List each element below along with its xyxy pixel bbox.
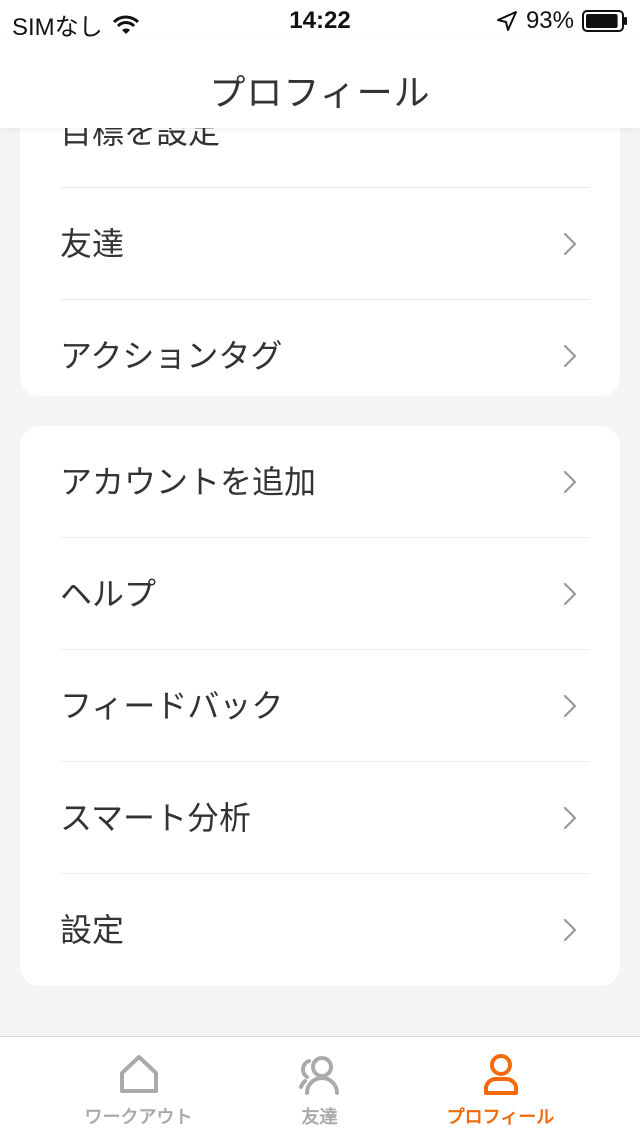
profile-menu-scroll[interactable]: 目標を設定 友達 アクションタグ アカウントを追加 ヘルプ フィードバック スマ… — [0, 128, 640, 1036]
chevron-right-icon — [563, 694, 577, 718]
location-arrow-icon — [496, 11, 517, 31]
menu-item-add-account[interactable]: アカウントを追加 — [60, 426, 590, 538]
menu-item-help[interactable]: ヘルプ — [60, 538, 590, 650]
page-title: プロフィール — [209, 73, 431, 114]
chevron-right-icon — [563, 806, 577, 830]
status-right-group: 93% — [496, 7, 628, 35]
menu-item-settings[interactable]: 設定 — [60, 874, 590, 986]
menu-item-label: ヘルプ — [60, 575, 157, 613]
menu-item-friends[interactable]: 友達 — [60, 188, 590, 300]
menu-item-label: 友達 — [60, 225, 125, 263]
tab-label: プロフィール — [446, 1107, 555, 1128]
profile-icon — [484, 1054, 518, 1095]
menu-item-label: スマート分析 — [60, 799, 252, 837]
tab-bar: ワークアウト 友達 プロフィール — [0, 1036, 640, 1136]
menu-item-smart-analysis[interactable]: スマート分析 — [60, 762, 590, 874]
menu-item-label: アクションタグ — [60, 337, 283, 375]
menu-item-label: アカウントを追加 — [60, 463, 317, 501]
menu-item-action-tags[interactable]: アクションタグ — [60, 300, 590, 412]
friends-icon — [299, 1056, 339, 1095]
menu-item-label: 目標を設定 — [60, 128, 221, 151]
chevron-right-icon — [563, 582, 577, 606]
chevron-right-icon — [563, 344, 577, 368]
tab-profile[interactable]: プロフィール — [394, 1037, 607, 1136]
chevron-right-icon — [563, 918, 577, 942]
menu-item-set-goal[interactable]: 目標を設定 — [60, 128, 590, 188]
home-icon — [120, 1055, 158, 1093]
navigation-bar: プロフィール — [0, 40, 640, 128]
menu-card-personal: 目標を設定 友達 アクションタグ — [20, 128, 620, 396]
chevron-right-icon — [563, 470, 577, 494]
menu-item-label: 設定 — [60, 911, 125, 949]
menu-item-label: フィードバック — [60, 687, 284, 725]
chevron-right-icon — [563, 232, 577, 256]
menu-item-feedback[interactable]: フィードバック — [60, 650, 590, 762]
battery-percent: 93% — [525, 7, 574, 34]
menu-card-general: アカウントを追加 ヘルプ フィードバック スマート分析 設定 — [20, 426, 620, 986]
battery-icon — [582, 10, 627, 32]
status-bar: SIMなし 14:22 93% — [0, 0, 640, 41]
